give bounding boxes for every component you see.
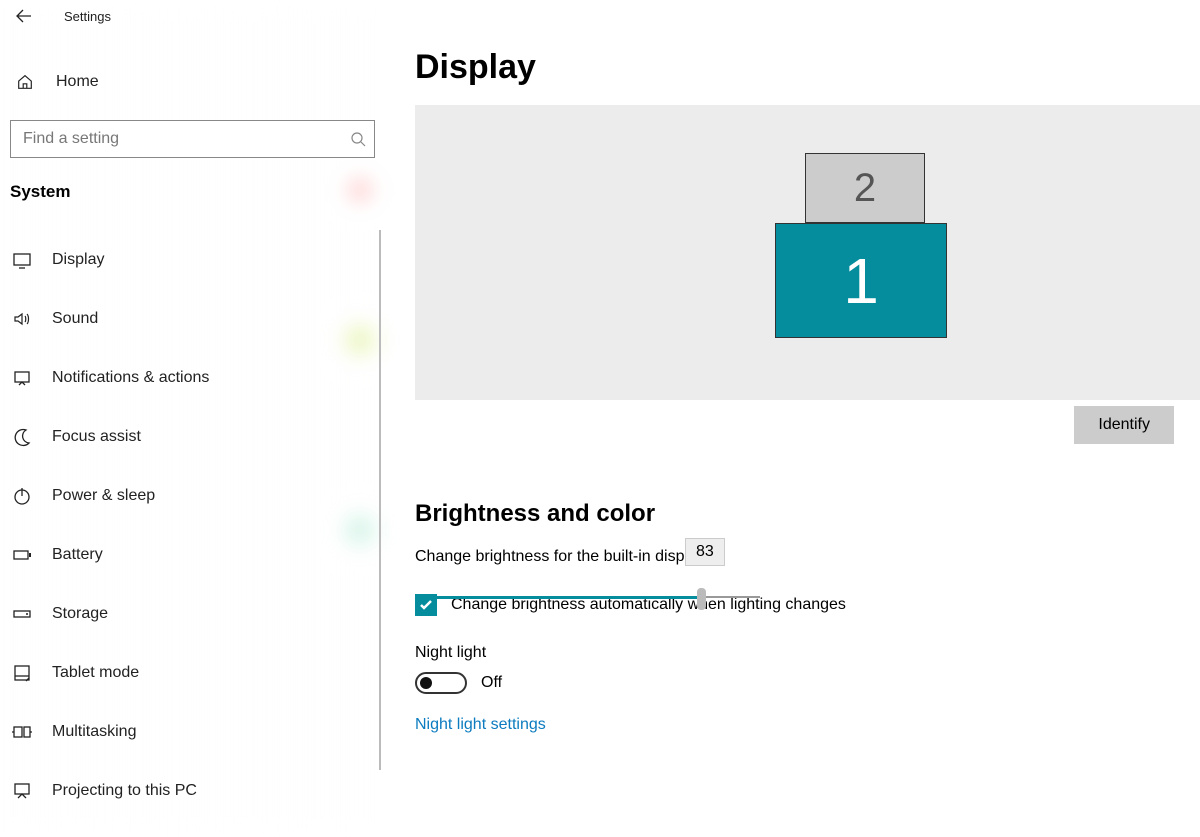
power-icon — [12, 486, 32, 506]
slider-thumb[interactable] — [697, 588, 706, 610]
storage-icon — [12, 604, 32, 624]
sidebar-item-multitasking[interactable]: Multitasking — [0, 702, 385, 761]
sidebar-item-sound[interactable]: Sound — [0, 289, 385, 348]
identify-button[interactable]: Identify — [1074, 406, 1174, 444]
sidebar-section-title: System — [0, 158, 385, 202]
notifications-icon — [12, 368, 32, 388]
sidebar-item-label: Notifications & actions — [52, 369, 209, 387]
display-icon — [12, 250, 32, 270]
scrollbar[interactable] — [379, 230, 381, 770]
multitasking-icon — [12, 722, 32, 742]
sidebar-item-label: Focus assist — [52, 428, 141, 446]
sidebar-item-label: Display — [52, 251, 104, 269]
brightness-section-heading: Brightness and color — [415, 500, 1200, 528]
sidebar-item-label: Multitasking — [52, 723, 136, 741]
sidebar-item-projecting[interactable]: Projecting to this PC — [0, 761, 385, 820]
brightness-label: Change brightness for the built-in displ… — [415, 548, 1200, 566]
sidebar: Settings Home Find a setting System Disp… — [0, 0, 385, 837]
check-icon — [419, 598, 433, 612]
titlebar: Settings — [0, 0, 385, 32]
search-input[interactable]: Find a setting — [10, 120, 375, 158]
sidebar-item-display[interactable]: Display — [0, 230, 385, 289]
back-arrow-icon — [16, 8, 32, 24]
slider-fill — [415, 596, 701, 599]
sidebar-item-label: Battery — [52, 546, 103, 564]
sidebar-item-label: Projecting to this PC — [52, 782, 197, 800]
battery-icon — [12, 545, 32, 565]
search-placeholder: Find a setting — [23, 130, 350, 148]
night-light-label: Night light — [415, 644, 1200, 662]
projecting-icon — [12, 781, 32, 801]
moon-icon — [12, 427, 32, 447]
sidebar-item-label: Power & sleep — [52, 487, 155, 505]
content-area: Display 2 1 Identify Brightness and colo… — [385, 0, 1200, 837]
brightness-tooltip: 83 — [685, 538, 725, 566]
sidebar-item-label: Tablet mode — [52, 664, 139, 682]
display-arrangement[interactable]: 2 1 — [415, 105, 1200, 400]
home-icon — [16, 73, 34, 91]
back-button[interactable] — [14, 6, 34, 26]
monitor-2[interactable]: 2 — [805, 153, 925, 223]
night-light-settings-link[interactable]: Night light settings — [415, 716, 1200, 734]
monitor-1[interactable]: 1 — [775, 223, 947, 338]
night-light-toggle[interactable] — [415, 672, 467, 694]
sidebar-item-tablet-mode[interactable]: Tablet mode — [0, 643, 385, 702]
sidebar-item-label: Sound — [52, 310, 98, 328]
sidebar-item-storage[interactable]: Storage — [0, 584, 385, 643]
sidebar-item-focus-assist[interactable]: Focus assist — [0, 407, 385, 466]
night-light-state: Off — [481, 674, 502, 692]
sidebar-item-notifications[interactable]: Notifications & actions — [0, 348, 385, 407]
home-button[interactable]: Home — [0, 62, 385, 102]
page-title: Display — [415, 48, 1200, 87]
sidebar-item-label: Storage — [52, 605, 108, 623]
search-icon — [350, 131, 366, 147]
window-title: Settings — [64, 9, 111, 24]
home-label: Home — [56, 73, 99, 91]
tablet-icon — [12, 663, 32, 683]
sidebar-item-power-sleep[interactable]: Power & sleep — [0, 466, 385, 525]
sidebar-item-battery[interactable]: Battery — [0, 525, 385, 584]
sound-icon — [12, 309, 32, 329]
